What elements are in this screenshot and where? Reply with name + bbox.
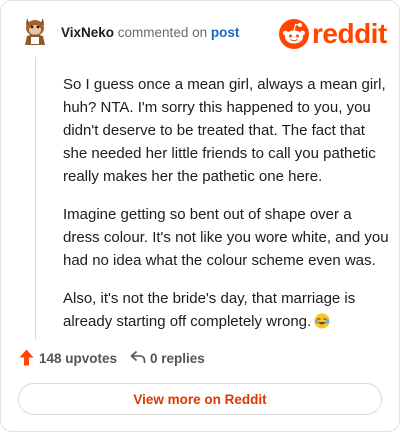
- comment-paragraph: Imagine getting so bent out of shape ove…: [63, 206, 389, 269]
- reddit-wordmark: reddit: [312, 18, 387, 49]
- reply-count: 0 replies: [150, 351, 205, 366]
- comment-body: So I guess once a mean girl, always a me…: [63, 73, 391, 348]
- reddit-logo[interactable]: reddit: [278, 17, 387, 51]
- upvote-count: 148 upvotes: [39, 351, 118, 366]
- laughing-tears-emoji-icon: [314, 313, 330, 329]
- embed-card: VixNeko commented on post reddit So I gu…: [0, 0, 400, 432]
- comment-header: VixNeko commented on post: [61, 25, 239, 40]
- view-more-button[interactable]: View more on Reddit: [18, 383, 382, 415]
- reply-arrow-icon: [130, 350, 146, 363]
- username[interactable]: VixNeko: [61, 25, 114, 40]
- snoo-icon: [279, 19, 309, 49]
- action-text: commented on: [117, 25, 208, 40]
- thread-line: [35, 57, 36, 339]
- upvote-arrow-icon: [19, 349, 34, 366]
- user-avatar[interactable]: [21, 16, 49, 46]
- post-link[interactable]: post: [211, 25, 240, 40]
- comment-text: Also, it's not the bride's day, that mar…: [63, 290, 356, 330]
- comment-paragraph: So I guess once a mean girl, always a me…: [63, 76, 386, 185]
- comment-paragraph: Also, it's not the bride's day, that mar…: [63, 287, 391, 333]
